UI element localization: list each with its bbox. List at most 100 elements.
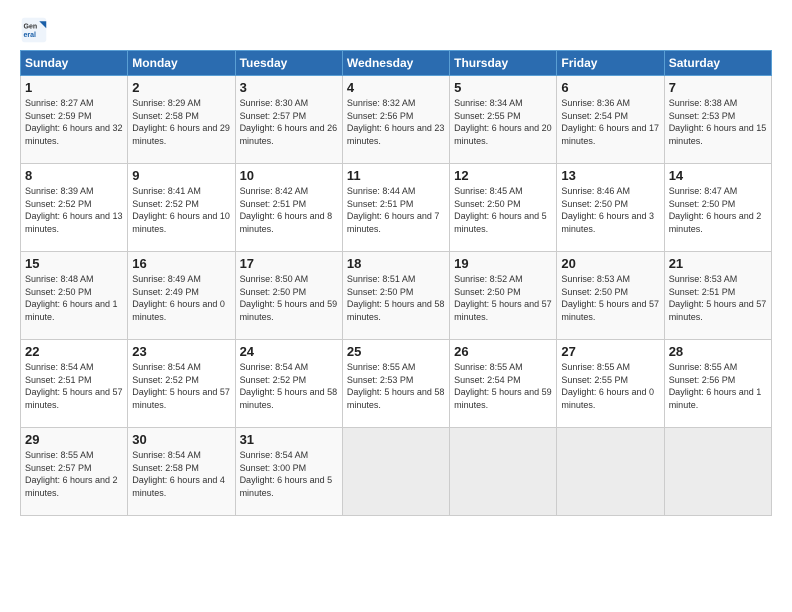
day-number: 14: [669, 168, 767, 183]
day-cell: 5 Sunrise: 8:34 AMSunset: 2:55 PMDayligh…: [450, 76, 557, 164]
day-cell: 28 Sunrise: 8:55 AMSunset: 2:56 PMDaylig…: [664, 340, 771, 428]
day-number: 16: [132, 256, 230, 271]
week-row-3: 15 Sunrise: 8:48 AMSunset: 2:50 PMDaylig…: [21, 252, 772, 340]
day-cell: 14 Sunrise: 8:47 AMSunset: 2:50 PMDaylig…: [664, 164, 771, 252]
day-cell: [342, 428, 449, 516]
day-info: Sunrise: 8:32 AMSunset: 2:56 PMDaylight:…: [347, 97, 445, 147]
day-cell: 18 Sunrise: 8:51 AMSunset: 2:50 PMDaylig…: [342, 252, 449, 340]
day-info: Sunrise: 8:55 AMSunset: 2:56 PMDaylight:…: [669, 361, 767, 411]
day-number: 11: [347, 168, 445, 183]
day-number: 25: [347, 344, 445, 359]
day-info: Sunrise: 8:42 AMSunset: 2:51 PMDaylight:…: [240, 185, 338, 235]
day-number: 3: [240, 80, 338, 95]
day-number: 26: [454, 344, 552, 359]
day-info: Sunrise: 8:44 AMSunset: 2:51 PMDaylight:…: [347, 185, 445, 235]
day-cell: 17 Sunrise: 8:50 AMSunset: 2:50 PMDaylig…: [235, 252, 342, 340]
day-number: 18: [347, 256, 445, 271]
day-cell: 23 Sunrise: 8:54 AMSunset: 2:52 PMDaylig…: [128, 340, 235, 428]
day-number: 31: [240, 432, 338, 447]
day-cell: 22 Sunrise: 8:54 AMSunset: 2:51 PMDaylig…: [21, 340, 128, 428]
day-info: Sunrise: 8:38 AMSunset: 2:53 PMDaylight:…: [669, 97, 767, 147]
logo: Gen eral: [20, 16, 52, 44]
day-info: Sunrise: 8:54 AMSunset: 2:58 PMDaylight:…: [132, 449, 230, 499]
day-number: 30: [132, 432, 230, 447]
day-cell: 11 Sunrise: 8:44 AMSunset: 2:51 PMDaylig…: [342, 164, 449, 252]
day-cell: 19 Sunrise: 8:52 AMSunset: 2:50 PMDaylig…: [450, 252, 557, 340]
day-number: 9: [132, 168, 230, 183]
week-row-1: 1 Sunrise: 8:27 AMSunset: 2:59 PMDayligh…: [21, 76, 772, 164]
day-number: 19: [454, 256, 552, 271]
day-info: Sunrise: 8:52 AMSunset: 2:50 PMDaylight:…: [454, 273, 552, 323]
day-cell: 9 Sunrise: 8:41 AMSunset: 2:52 PMDayligh…: [128, 164, 235, 252]
day-cell: [450, 428, 557, 516]
day-cell: 24 Sunrise: 8:54 AMSunset: 2:52 PMDaylig…: [235, 340, 342, 428]
day-number: 15: [25, 256, 123, 271]
day-info: Sunrise: 8:54 AMSunset: 2:52 PMDaylight:…: [240, 361, 338, 411]
day-header-monday: Monday: [128, 51, 235, 76]
day-info: Sunrise: 8:41 AMSunset: 2:52 PMDaylight:…: [132, 185, 230, 235]
header: Gen eral: [20, 16, 772, 44]
day-info: Sunrise: 8:47 AMSunset: 2:50 PMDaylight:…: [669, 185, 767, 235]
day-number: 28: [669, 344, 767, 359]
day-info: Sunrise: 8:30 AMSunset: 2:57 PMDaylight:…: [240, 97, 338, 147]
day-number: 23: [132, 344, 230, 359]
day-cell: 27 Sunrise: 8:55 AMSunset: 2:55 PMDaylig…: [557, 340, 664, 428]
day-cell: 26 Sunrise: 8:55 AMSunset: 2:54 PMDaylig…: [450, 340, 557, 428]
day-header-saturday: Saturday: [664, 51, 771, 76]
day-number: 4: [347, 80, 445, 95]
day-info: Sunrise: 8:55 AMSunset: 2:55 PMDaylight:…: [561, 361, 659, 411]
day-cell: 13 Sunrise: 8:46 AMSunset: 2:50 PMDaylig…: [557, 164, 664, 252]
svg-text:Gen: Gen: [24, 23, 38, 30]
page-container: Gen eral SundayMondayTuesdayWednesdayThu…: [0, 0, 792, 526]
day-info: Sunrise: 8:45 AMSunset: 2:50 PMDaylight:…: [454, 185, 552, 235]
day-number: 8: [25, 168, 123, 183]
day-cell: 16 Sunrise: 8:49 AMSunset: 2:49 PMDaylig…: [128, 252, 235, 340]
calendar-table: SundayMondayTuesdayWednesdayThursdayFrid…: [20, 50, 772, 516]
day-number: 6: [561, 80, 659, 95]
day-number: 1: [25, 80, 123, 95]
day-cell: 3 Sunrise: 8:30 AMSunset: 2:57 PMDayligh…: [235, 76, 342, 164]
day-number: 17: [240, 256, 338, 271]
day-info: Sunrise: 8:55 AMSunset: 2:57 PMDaylight:…: [25, 449, 123, 499]
day-info: Sunrise: 8:55 AMSunset: 2:53 PMDaylight:…: [347, 361, 445, 411]
day-info: Sunrise: 8:34 AMSunset: 2:55 PMDaylight:…: [454, 97, 552, 147]
day-number: 21: [669, 256, 767, 271]
day-info: Sunrise: 8:49 AMSunset: 2:49 PMDaylight:…: [132, 273, 230, 323]
day-info: Sunrise: 8:53 AMSunset: 2:50 PMDaylight:…: [561, 273, 659, 323]
day-info: Sunrise: 8:54 AMSunset: 3:00 PMDaylight:…: [240, 449, 338, 499]
day-info: Sunrise: 8:50 AMSunset: 2:50 PMDaylight:…: [240, 273, 338, 323]
day-cell: 6 Sunrise: 8:36 AMSunset: 2:54 PMDayligh…: [557, 76, 664, 164]
week-row-2: 8 Sunrise: 8:39 AMSunset: 2:52 PMDayligh…: [21, 164, 772, 252]
day-cell: 20 Sunrise: 8:53 AMSunset: 2:50 PMDaylig…: [557, 252, 664, 340]
week-row-4: 22 Sunrise: 8:54 AMSunset: 2:51 PMDaylig…: [21, 340, 772, 428]
day-cell: 10 Sunrise: 8:42 AMSunset: 2:51 PMDaylig…: [235, 164, 342, 252]
day-info: Sunrise: 8:36 AMSunset: 2:54 PMDaylight:…: [561, 97, 659, 147]
day-cell: 7 Sunrise: 8:38 AMSunset: 2:53 PMDayligh…: [664, 76, 771, 164]
day-info: Sunrise: 8:27 AMSunset: 2:59 PMDaylight:…: [25, 97, 123, 147]
day-cell: 8 Sunrise: 8:39 AMSunset: 2:52 PMDayligh…: [21, 164, 128, 252]
day-info: Sunrise: 8:46 AMSunset: 2:50 PMDaylight:…: [561, 185, 659, 235]
day-number: 13: [561, 168, 659, 183]
day-cell: 30 Sunrise: 8:54 AMSunset: 2:58 PMDaylig…: [128, 428, 235, 516]
day-cell: 29 Sunrise: 8:55 AMSunset: 2:57 PMDaylig…: [21, 428, 128, 516]
day-cell: 1 Sunrise: 8:27 AMSunset: 2:59 PMDayligh…: [21, 76, 128, 164]
day-number: 24: [240, 344, 338, 359]
day-number: 7: [669, 80, 767, 95]
day-info: Sunrise: 8:39 AMSunset: 2:52 PMDaylight:…: [25, 185, 123, 235]
day-header-sunday: Sunday: [21, 51, 128, 76]
day-info: Sunrise: 8:48 AMSunset: 2:50 PMDaylight:…: [25, 273, 123, 323]
week-row-5: 29 Sunrise: 8:55 AMSunset: 2:57 PMDaylig…: [21, 428, 772, 516]
day-header-thursday: Thursday: [450, 51, 557, 76]
day-cell: [664, 428, 771, 516]
day-header-tuesday: Tuesday: [235, 51, 342, 76]
day-info: Sunrise: 8:53 AMSunset: 2:51 PMDaylight:…: [669, 273, 767, 323]
logo-icon: Gen eral: [20, 16, 48, 44]
day-info: Sunrise: 8:51 AMSunset: 2:50 PMDaylight:…: [347, 273, 445, 323]
day-number: 20: [561, 256, 659, 271]
day-info: Sunrise: 8:54 AMSunset: 2:52 PMDaylight:…: [132, 361, 230, 411]
day-header-wednesday: Wednesday: [342, 51, 449, 76]
day-number: 27: [561, 344, 659, 359]
day-number: 12: [454, 168, 552, 183]
day-info: Sunrise: 8:55 AMSunset: 2:54 PMDaylight:…: [454, 361, 552, 411]
day-info: Sunrise: 8:29 AMSunset: 2:58 PMDaylight:…: [132, 97, 230, 147]
